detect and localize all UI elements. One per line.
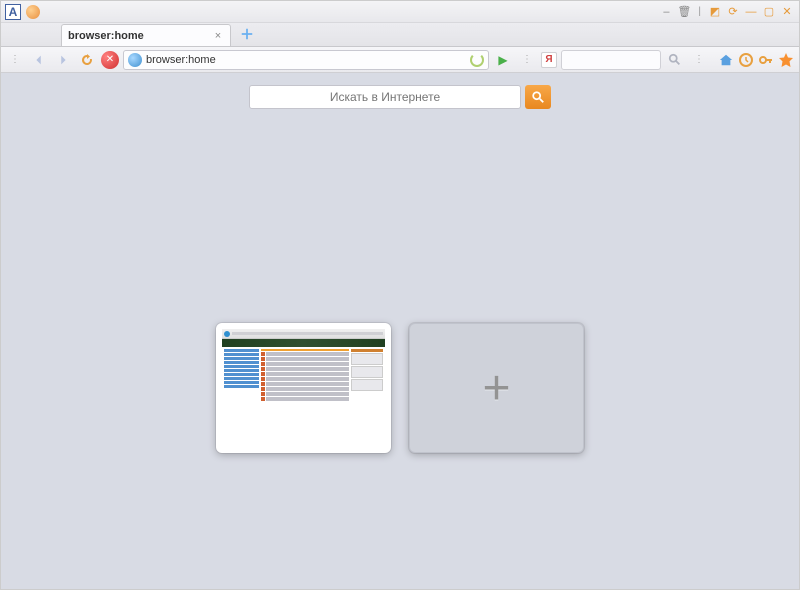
yandex-icon[interactable]: Я	[541, 52, 557, 68]
minimize-icon[interactable]: —	[743, 4, 759, 20]
speed-dial-thumbnail	[222, 329, 385, 447]
menu-dots-icon[interactable]: ⋮	[5, 50, 25, 70]
home-search-button[interactable]	[525, 85, 551, 109]
app-icon[interactable]: A	[5, 4, 21, 20]
tool1-icon[interactable]: ◩	[707, 4, 723, 20]
title-bar: A – 🗑 | ◩ ⟳ — ▢ ✕	[1, 1, 799, 23]
bookmark-star-icon[interactable]	[777, 50, 795, 70]
stop-button[interactable]: ✕	[101, 51, 119, 69]
history-button[interactable]	[737, 50, 755, 70]
title-right-icons: – 🗑 | ◩ ⟳ — ▢ ✕	[658, 4, 795, 20]
key-icon[interactable]	[757, 50, 775, 70]
dash-icon[interactable]: –	[658, 4, 674, 20]
forward-button[interactable]	[53, 50, 73, 70]
toolbar-dots2-icon[interactable]: ⋮	[689, 50, 709, 70]
content-area: +	[1, 73, 799, 589]
new-tab-button[interactable]	[237, 24, 257, 44]
speed-dial-tile[interactable]	[216, 323, 391, 453]
plus-icon: +	[482, 361, 510, 416]
tool2-icon[interactable]: ⟳	[725, 4, 741, 20]
progress-icon	[470, 53, 484, 67]
toolbar-right-pack	[717, 50, 795, 70]
site-globe-icon	[128, 53, 142, 67]
alt-app-icon[interactable]	[25, 4, 41, 20]
toolbar-dots-icon[interactable]: ⋮	[517, 50, 537, 70]
back-button[interactable]	[29, 50, 49, 70]
speed-dial-add[interactable]: +	[409, 323, 584, 453]
go-button[interactable]: ▶	[493, 50, 513, 70]
address-input[interactable]	[146, 54, 466, 66]
search-dropdown-icon[interactable]	[665, 50, 685, 70]
title-left-icons: A	[5, 4, 41, 20]
trash-icon[interactable]: 🗑	[676, 4, 692, 20]
tab-bar: browser:home ×	[1, 23, 799, 47]
speed-dial-grid: +	[216, 323, 584, 453]
tab-close-icon[interactable]: ×	[212, 30, 224, 42]
toolbar: ⋮ ✕ ▶ ⋮ Я ⋮	[1, 47, 799, 73]
toolbar-search-input[interactable]	[561, 50, 661, 70]
maximize-icon[interactable]: ▢	[761, 4, 777, 20]
tab-title: browser:home	[68, 30, 206, 42]
home-button[interactable]	[717, 50, 735, 70]
tab-active[interactable]: browser:home ×	[61, 24, 231, 46]
reload-button[interactable]	[77, 50, 97, 70]
home-search	[249, 85, 551, 109]
home-search-input[interactable]	[249, 85, 521, 109]
close-window-icon[interactable]: ✕	[779, 4, 795, 20]
address-bar[interactable]	[123, 50, 489, 70]
